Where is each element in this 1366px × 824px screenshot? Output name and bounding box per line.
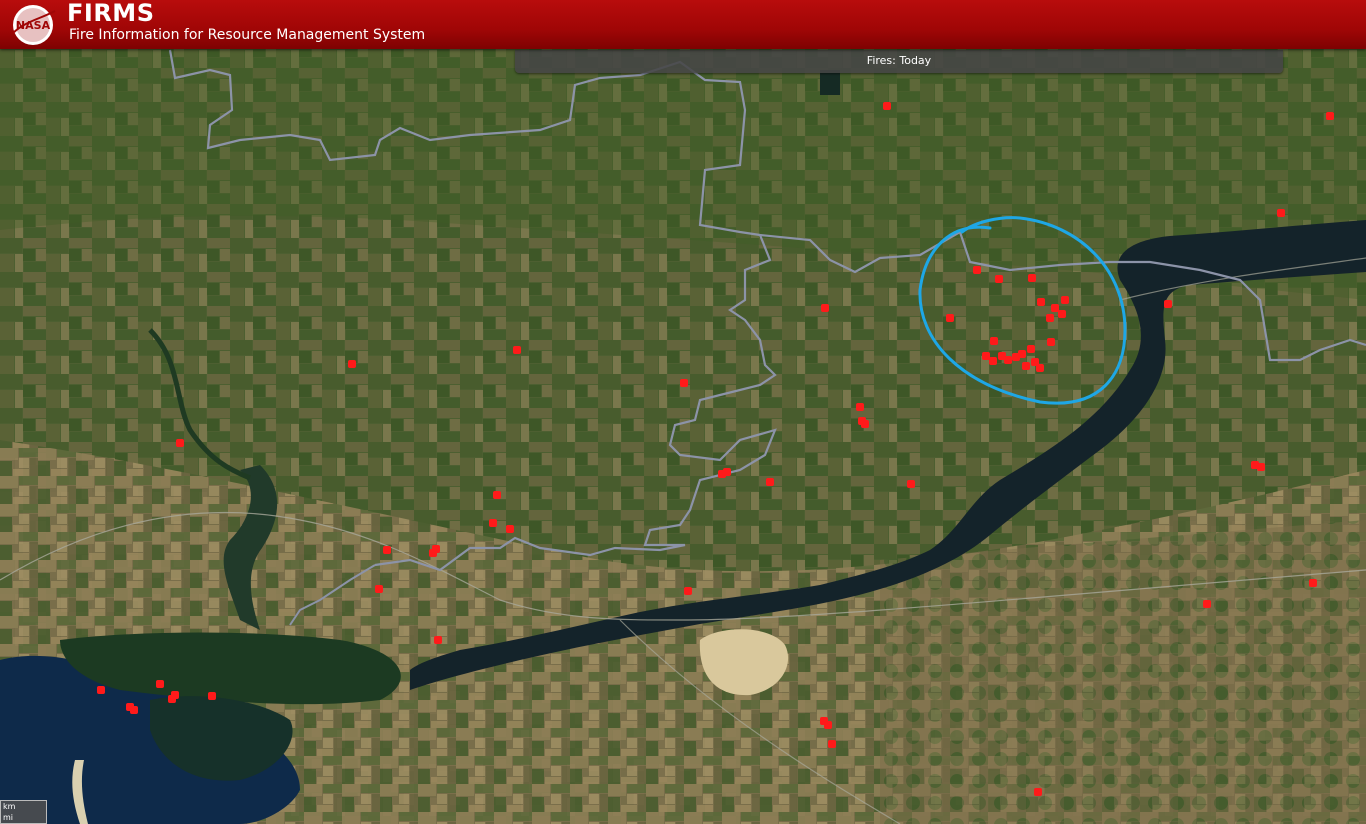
fire-marker[interactable] bbox=[97, 686, 105, 694]
nasa-logo-icon[interactable]: NASA bbox=[8, 3, 58, 47]
svg-text:NASA: NASA bbox=[16, 19, 51, 32]
fire-marker[interactable] bbox=[680, 379, 688, 387]
fire-marker[interactable] bbox=[208, 692, 216, 700]
fire-marker[interactable] bbox=[1277, 209, 1285, 217]
fire-marker[interactable] bbox=[824, 721, 832, 729]
fire-marker[interactable] bbox=[995, 275, 1003, 283]
fire-marker[interactable] bbox=[856, 403, 864, 411]
fire-marker[interactable] bbox=[684, 587, 692, 595]
app-header: NASA FIRMS Fire Information for Resource… bbox=[0, 0, 1366, 49]
fire-marker[interactable] bbox=[1058, 310, 1066, 318]
fire-marker[interactable] bbox=[506, 525, 514, 533]
lake bbox=[820, 70, 840, 95]
fires-time-bar[interactable]: Fires: Today bbox=[515, 50, 1283, 73]
fire-marker[interactable] bbox=[130, 706, 138, 714]
fire-marker[interactable] bbox=[432, 545, 440, 553]
fire-marker[interactable] bbox=[1022, 362, 1030, 370]
map-canvas[interactable] bbox=[0, 0, 1366, 824]
fire-marker[interactable] bbox=[766, 478, 774, 486]
fire-marker[interactable] bbox=[1037, 298, 1045, 306]
fire-marker[interactable] bbox=[1018, 350, 1026, 358]
fire-marker[interactable] bbox=[828, 740, 836, 748]
fire-marker[interactable] bbox=[973, 266, 981, 274]
scale-bar: km mi bbox=[0, 800, 47, 824]
fire-marker[interactable] bbox=[513, 346, 521, 354]
fire-marker[interactable] bbox=[168, 695, 176, 703]
fire-marker[interactable] bbox=[1326, 112, 1334, 120]
fire-marker[interactable] bbox=[375, 585, 383, 593]
scale-mi-label: mi bbox=[3, 813, 14, 822]
fire-marker[interactable] bbox=[348, 360, 356, 368]
fire-marker[interactable] bbox=[489, 519, 497, 527]
fire-marker[interactable] bbox=[1051, 304, 1059, 312]
app-subtitle: Fire Information for Resource Management… bbox=[69, 27, 426, 43]
fire-marker[interactable] bbox=[982, 352, 990, 360]
irrigation-circles bbox=[880, 520, 1366, 824]
fire-marker[interactable] bbox=[861, 420, 869, 428]
fire-marker[interactable] bbox=[946, 314, 954, 322]
fire-marker[interactable] bbox=[1036, 364, 1044, 372]
fire-marker[interactable] bbox=[989, 357, 997, 365]
fire-marker[interactable] bbox=[723, 468, 731, 476]
scale-km-label: km bbox=[3, 802, 16, 811]
fire-marker[interactable] bbox=[821, 304, 829, 312]
fire-marker[interactable] bbox=[1046, 314, 1054, 322]
fire-marker[interactable] bbox=[1034, 788, 1042, 796]
fires-time-label: Fires: Today bbox=[866, 54, 932, 67]
fire-marker[interactable] bbox=[1027, 345, 1035, 353]
firms-app: NASA FIRMS Fire Information for Resource… bbox=[0, 0, 1366, 824]
fire-marker[interactable] bbox=[907, 480, 915, 488]
fire-marker[interactable] bbox=[156, 680, 164, 688]
fire-marker[interactable] bbox=[1257, 463, 1265, 471]
fire-marker[interactable] bbox=[883, 102, 891, 110]
fire-marker[interactable] bbox=[1309, 579, 1317, 587]
fire-marker[interactable] bbox=[1203, 600, 1211, 608]
fire-marker[interactable] bbox=[1028, 274, 1036, 282]
fire-marker[interactable] bbox=[1004, 356, 1012, 364]
fire-marker[interactable] bbox=[1047, 338, 1055, 346]
fire-marker[interactable] bbox=[1061, 296, 1069, 304]
app-title[interactable]: FIRMS bbox=[67, 0, 154, 27]
fire-marker[interactable] bbox=[493, 491, 501, 499]
fire-marker[interactable] bbox=[383, 546, 391, 554]
fire-marker[interactable] bbox=[176, 439, 184, 447]
fire-marker[interactable] bbox=[990, 337, 998, 345]
fire-marker[interactable] bbox=[1164, 300, 1172, 308]
fire-marker[interactable] bbox=[434, 636, 442, 644]
